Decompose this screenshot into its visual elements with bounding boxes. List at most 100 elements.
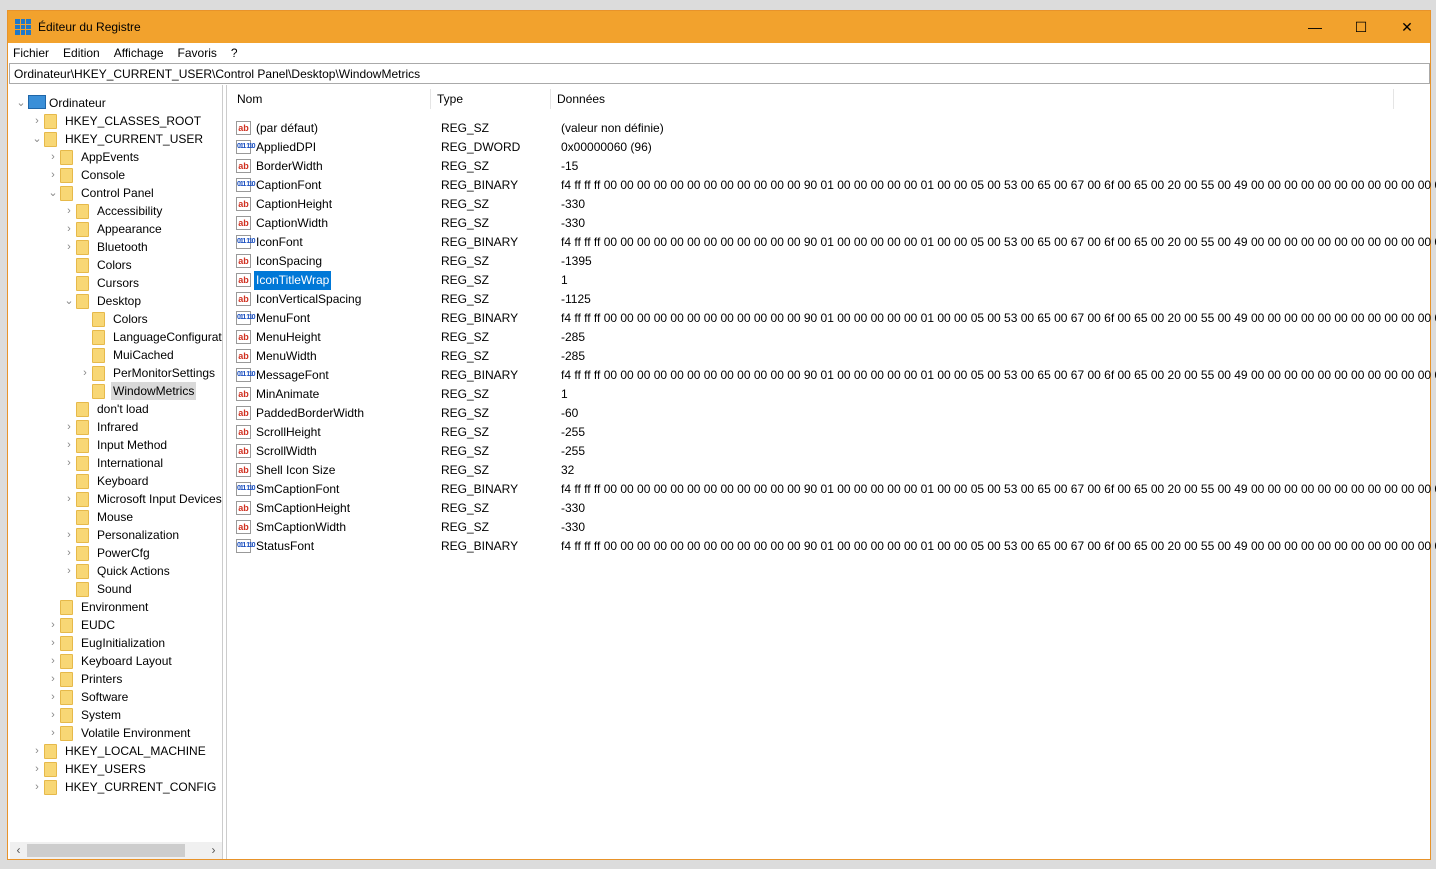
value-row[interactable]: ab ScrollWidth REG_SZ -255 bbox=[232, 442, 1432, 461]
value-row[interactable]: ab SmCaptionHeight REG_SZ -330 bbox=[232, 499, 1432, 518]
chevron-right-icon[interactable]: › bbox=[48, 670, 58, 688]
chevron-right-icon[interactable]: › bbox=[64, 418, 74, 436]
value-row[interactable]: 011 110 MenuFont REG_BINARY f4 ff ff ff … bbox=[232, 309, 1436, 328]
tree-item[interactable]: › Printers bbox=[9, 670, 222, 688]
tree-item[interactable]: MuiCached bbox=[9, 346, 222, 364]
menu-affichage[interactable]: Affichage bbox=[114, 46, 164, 60]
scroll-thumb[interactable] bbox=[27, 844, 185, 857]
tree-item[interactable]: › HKEY_CLASSES_ROOT bbox=[9, 112, 222, 130]
chevron-right-icon[interactable]: › bbox=[32, 742, 42, 760]
value-row[interactable]: ab MenuHeight REG_SZ -285 bbox=[232, 328, 1432, 347]
chevron-down-icon[interactable]: ⌄ bbox=[48, 184, 58, 202]
chevron-right-icon[interactable]: › bbox=[64, 526, 74, 544]
scroll-left-arrow-icon[interactable]: ‹ bbox=[10, 842, 27, 859]
value-row[interactable]: ab IconVerticalSpacing REG_SZ -1125 bbox=[232, 290, 1432, 309]
menu-help[interactable]: ? bbox=[231, 46, 238, 60]
tree-item[interactable]: › Console bbox=[9, 166, 222, 184]
chevron-right-icon[interactable]: › bbox=[48, 688, 58, 706]
tree-item[interactable]: › Accessibility bbox=[9, 202, 222, 220]
tree-item[interactable]: Mouse bbox=[9, 508, 222, 526]
address-bar[interactable]: Ordinateur\HKEY_CURRENT_USER\Control Pan… bbox=[9, 63, 1430, 84]
chevron-right-icon[interactable]: › bbox=[48, 634, 58, 652]
pane-splitter[interactable] bbox=[223, 85, 227, 859]
chevron-right-icon[interactable]: › bbox=[64, 490, 74, 508]
tree-item[interactable]: Colors bbox=[9, 310, 222, 328]
tree-item[interactable]: › Software bbox=[9, 688, 222, 706]
chevron-right-icon[interactable]: › bbox=[64, 220, 74, 238]
chevron-down-icon[interactable]: ⌄ bbox=[32, 130, 42, 148]
tree-item[interactable]: › PowerCfg bbox=[9, 544, 222, 562]
value-row[interactable]: 011 110 SmCaptionFont REG_BINARY f4 ff f… bbox=[232, 480, 1436, 499]
chevron-right-icon[interactable]: › bbox=[64, 202, 74, 220]
minimize-button[interactable]: — bbox=[1292, 11, 1338, 43]
chevron-right-icon[interactable]: › bbox=[64, 454, 74, 472]
value-row[interactable]: ab MinAnimate REG_SZ 1 bbox=[232, 385, 1432, 404]
tree-item[interactable]: › AppEvents bbox=[9, 148, 222, 166]
chevron-right-icon[interactable]: › bbox=[64, 544, 74, 562]
menu-favoris[interactable]: Favoris bbox=[178, 46, 217, 60]
tree-item[interactable]: › International bbox=[9, 454, 222, 472]
tree-item[interactable]: Keyboard bbox=[9, 472, 222, 490]
value-row[interactable]: ab Shell Icon Size REG_SZ 32 bbox=[232, 461, 1432, 480]
column-header-data[interactable]: Données bbox=[551, 89, 1394, 109]
chevron-right-icon[interactable]: › bbox=[48, 706, 58, 724]
menu-edition[interactable]: Edition bbox=[63, 46, 100, 60]
chevron-down-icon[interactable]: ⌄ bbox=[64, 292, 74, 310]
tree-item[interactable]: WindowMetrics bbox=[9, 382, 222, 400]
title-bar[interactable]: Éditeur du Registre — ☐ ✕ bbox=[8, 11, 1430, 43]
chevron-right-icon[interactable]: › bbox=[64, 238, 74, 256]
tree-item[interactable]: LanguageConfigurat bbox=[9, 328, 222, 346]
value-row[interactable]: 011 110 IconFont REG_BINARY f4 ff ff ff … bbox=[232, 233, 1436, 252]
value-row[interactable]: ab MenuWidth REG_SZ -285 bbox=[232, 347, 1432, 366]
value-row[interactable]: ab CaptionWidth REG_SZ -330 bbox=[232, 214, 1432, 233]
value-row[interactable]: ab IconTitleWrap REG_SZ 1 bbox=[232, 271, 1432, 290]
tree-item[interactable]: › Appearance bbox=[9, 220, 222, 238]
tree-item[interactable]: › Keyboard Layout bbox=[9, 652, 222, 670]
value-row[interactable]: ab CaptionHeight REG_SZ -330 bbox=[232, 195, 1432, 214]
column-header-type[interactable]: Type bbox=[431, 89, 551, 109]
maximize-button[interactable]: ☐ bbox=[1338, 11, 1384, 43]
scroll-right-arrow-icon[interactable]: › bbox=[205, 842, 222, 859]
value-row[interactable]: ab PaddedBorderWidth REG_SZ -60 bbox=[232, 404, 1432, 423]
tree-item[interactable]: ⌄ Control Panel bbox=[9, 184, 222, 202]
tree-item[interactable]: › Quick Actions bbox=[9, 562, 222, 580]
chevron-down-icon[interactable]: ⌄ bbox=[16, 94, 26, 112]
chevron-right-icon[interactable]: › bbox=[48, 652, 58, 670]
tree-item[interactable]: › PerMonitorSettings bbox=[9, 364, 222, 382]
chevron-right-icon[interactable]: › bbox=[80, 364, 90, 382]
tree-item[interactable]: › Input Method bbox=[9, 436, 222, 454]
tree-item[interactable]: › HKEY_USERS bbox=[9, 760, 222, 778]
tree-item[interactable]: Environment bbox=[9, 598, 222, 616]
tree-item[interactable]: ⌄ HKEY_CURRENT_USER bbox=[9, 130, 222, 148]
tree-item[interactable]: Sound bbox=[9, 580, 222, 598]
tree-item[interactable]: › Personalization bbox=[9, 526, 222, 544]
chevron-right-icon[interactable]: › bbox=[64, 562, 74, 580]
tree-item[interactable]: Cursors bbox=[9, 274, 222, 292]
chevron-right-icon[interactable]: › bbox=[48, 148, 58, 166]
tree-item[interactable]: › HKEY_LOCAL_MACHINE bbox=[9, 742, 222, 760]
value-row[interactable]: 011 110 MessageFont REG_BINARY f4 ff ff … bbox=[232, 366, 1436, 385]
value-row[interactable]: ab (par défaut) REG_SZ (valeur non défin… bbox=[232, 119, 1432, 138]
menu-fichier[interactable]: Fichier bbox=[13, 46, 49, 60]
chevron-right-icon[interactable]: › bbox=[48, 616, 58, 634]
column-header-name[interactable]: Nom bbox=[231, 89, 431, 109]
value-row[interactable]: ab SmCaptionWidth REG_SZ -330 bbox=[232, 518, 1432, 537]
tree-item[interactable]: › System bbox=[9, 706, 222, 724]
value-row[interactable]: 011 110 StatusFont REG_BINARY f4 ff ff f… bbox=[232, 537, 1436, 556]
tree-item[interactable]: › Microsoft Input Devices bbox=[9, 490, 222, 508]
value-row[interactable]: ab IconSpacing REG_SZ -1395 bbox=[232, 252, 1432, 271]
tree-item[interactable]: don't load bbox=[9, 400, 222, 418]
tree-item[interactable]: › EUDC bbox=[9, 616, 222, 634]
value-row[interactable]: ab BorderWidth REG_SZ -15 bbox=[232, 157, 1432, 176]
tree-item[interactable]: ⌄ Ordinateur bbox=[9, 94, 222, 112]
tree-item[interactable]: › Bluetooth bbox=[9, 238, 222, 256]
address-path[interactable]: Ordinateur\HKEY_CURRENT_USER\Control Pan… bbox=[14, 67, 420, 81]
chevron-right-icon[interactable]: › bbox=[48, 166, 58, 184]
value-row[interactable]: 011 110 AppliedDPI REG_DWORD 0x00000060 … bbox=[232, 138, 1432, 157]
tree-item[interactable]: › EugInitialization bbox=[9, 634, 222, 652]
chevron-right-icon[interactable]: › bbox=[32, 112, 42, 130]
value-row[interactable]: ab ScrollHeight REG_SZ -255 bbox=[232, 423, 1432, 442]
tree-item[interactable]: Colors bbox=[9, 256, 222, 274]
tree-horizontal-scrollbar[interactable]: ‹ › bbox=[10, 842, 222, 859]
chevron-right-icon[interactable]: › bbox=[48, 724, 58, 742]
